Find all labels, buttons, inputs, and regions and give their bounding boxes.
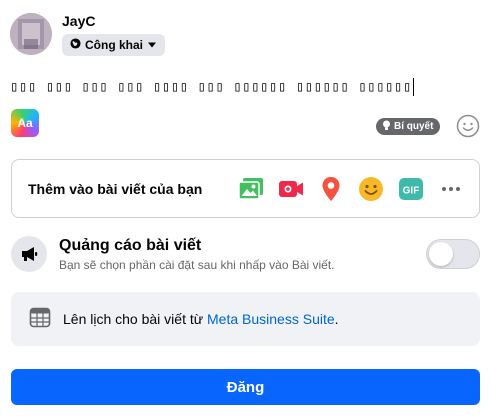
globe-icon <box>70 38 81 52</box>
schedule-row[interactable]: Lên lịch cho bài viết từ Meta Business S… <box>11 292 480 346</box>
username[interactable]: JayC <box>62 12 165 30</box>
megaphone-icon <box>11 236 47 272</box>
add-to-post-box: Thêm vào bài viết của bạn GIF <box>11 159 480 218</box>
post-text-input[interactable]: ▯▯▯ ▯▯▯ ▯▯▯ ▯▯▯ ▯▯▯▯ ▯▯▯ ▯▯▯▯▯▯ ▯▯▯▯▯▯ ▯… <box>10 78 480 96</box>
privacy-label: Công khai <box>85 38 144 52</box>
add-to-post-label: Thêm vào bài viết của bạn <box>28 180 203 197</box>
calendar-icon <box>29 306 51 333</box>
schedule-text: Lên lịch cho bài viết từ Meta Business S… <box>63 311 339 327</box>
schedule-suffix: . <box>334 311 339 327</box>
avatar[interactable] <box>10 13 52 55</box>
text-background-button[interactable]: Aa <box>11 109 39 137</box>
gif-icon[interactable]: GIF <box>397 175 425 203</box>
post-button[interactable]: Đăng <box>11 369 480 405</box>
privacy-selector[interactable]: Công khai <box>62 34 166 56</box>
smiley-icon[interactable] <box>456 114 480 138</box>
post-text: ▯▯▯ ▯▯▯ ▯▯▯ ▯▯▯ ▯▯▯▯ ▯▯▯ ▯▯▯▯▯▯ ▯▯▯▯▯▯ ▯… <box>10 79 412 95</box>
promote-post-row: Quảng cáo bài viết Bạn sẽ chọn phần cài … <box>11 232 480 276</box>
post-header: JayC Công khai <box>10 12 166 56</box>
text-caret <box>412 78 414 96</box>
live-video-icon[interactable] <box>277 175 305 203</box>
photo-icon[interactable] <box>237 175 265 203</box>
toggle-knob <box>429 242 453 266</box>
promote-subtitle: Bạn sẽ chọn phần cài đặt sau khi nhấp và… <box>59 257 335 272</box>
feeling-icon[interactable] <box>357 175 385 203</box>
schedule-prefix: Lên lịch cho bài viết từ <box>63 311 208 327</box>
location-pin-icon[interactable] <box>317 175 345 203</box>
gif-label: GIF <box>403 185 420 196</box>
tips-label: Bí quyết <box>394 121 434 132</box>
promote-toggle[interactable] <box>426 239 480 269</box>
more-icon[interactable] <box>437 175 465 203</box>
lightbulb-icon <box>382 120 391 134</box>
tips-button[interactable]: Bí quyết <box>376 118 441 135</box>
promote-title: Quảng cáo bài viết <box>59 236 202 254</box>
meta-business-suite-link[interactable]: Meta Business Suite <box>207 311 335 327</box>
caret-down-icon <box>147 38 157 52</box>
